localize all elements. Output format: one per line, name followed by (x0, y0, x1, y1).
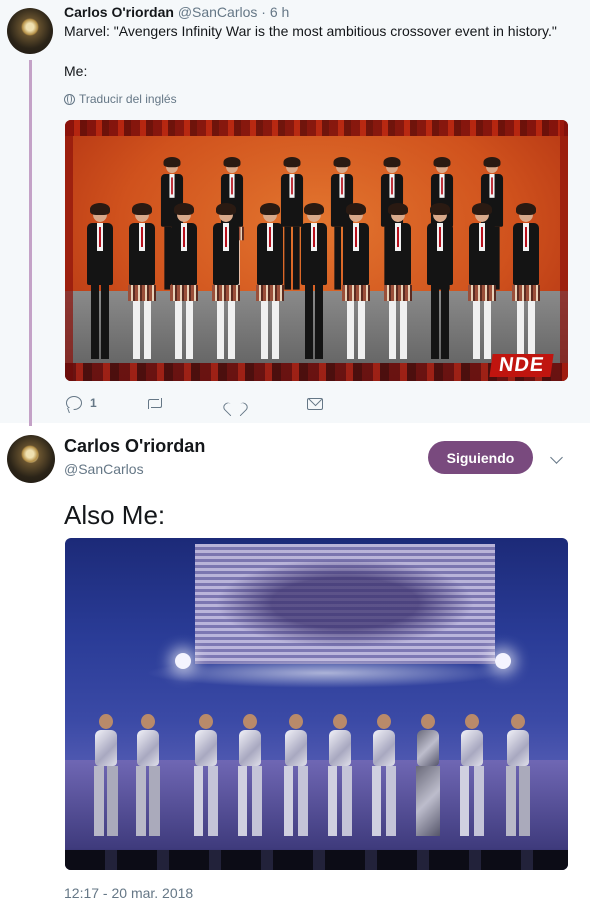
tweet-time[interactable]: 6 h (270, 4, 289, 20)
photo-spotlight (175, 653, 191, 669)
tweet-text: Also Me: (64, 500, 166, 530)
photo-border-left (65, 120, 73, 381)
avatar[interactable] (7, 8, 53, 54)
photo-person (85, 203, 115, 359)
tweet-header: Carlos O'riordan @SanCarlos · 6 h (64, 4, 289, 20)
photo-person (299, 203, 329, 359)
reply-count: 1 (90, 396, 97, 410)
photo-person (341, 203, 371, 359)
photo-border-right (560, 120, 568, 381)
reply-button[interactable]: 1 (66, 396, 97, 410)
photo-dancer (237, 711, 263, 836)
tweet-photo-group[interactable]: NDE (65, 120, 568, 381)
photo-screen-shadow (215, 558, 475, 648)
direct-message-button[interactable] (307, 398, 323, 410)
reply-icon (66, 396, 82, 410)
photo-person (511, 203, 541, 359)
separator-dot: · (261, 4, 266, 20)
translate-label: Traducir del inglés (79, 92, 177, 106)
author-name[interactable]: Carlos O'riordan (64, 4, 174, 20)
avatar[interactable] (7, 435, 55, 483)
tweet-text-line-1: Marvel: "Avengers Infinity War is the mo… (64, 23, 557, 39)
mail-icon (307, 398, 323, 410)
photo-person (211, 203, 241, 359)
photo-dancer (193, 711, 219, 836)
thread-connector-line (29, 60, 32, 426)
photo-dancer (459, 711, 485, 836)
author-name[interactable]: Carlos O'riordan (64, 436, 205, 457)
author-handle[interactable]: @SanCarlos (178, 4, 258, 20)
photo-person (255, 203, 285, 359)
globe-icon (64, 93, 75, 105)
following-button[interactable]: Siguiendo (428, 441, 533, 474)
tweet-photo-stage[interactable] (65, 538, 568, 870)
photo-person (169, 203, 199, 359)
reply-context-tweet[interactable]: Carlos O'riordan @SanCarlos · 6 h Marvel… (0, 0, 590, 426)
photo-person (127, 203, 157, 359)
tweet-timestamp[interactable]: 12:17 - 20 mar. 2018 (64, 885, 193, 901)
photo-spotlight (495, 653, 511, 669)
photo-person (383, 203, 413, 359)
author-handle[interactable]: @SanCarlos (64, 461, 144, 477)
chevron-down-icon[interactable] (550, 451, 563, 464)
retweet-icon (146, 397, 164, 409)
photo-dancer (415, 711, 441, 836)
photo-dancer (135, 711, 161, 836)
photo-border-top (65, 120, 568, 136)
photo-person (467, 203, 497, 359)
photo-stage-edge (65, 850, 568, 870)
heart-icon (227, 397, 243, 411)
photo-dancer (371, 711, 397, 836)
photo-person (425, 203, 455, 359)
photo-dancer (283, 711, 309, 836)
photo-logo-fragment: NDE (489, 354, 554, 377)
tweet-text-line-2: Me: (64, 63, 88, 79)
photo-dancer (327, 711, 353, 836)
translate-link[interactable]: Traducir del inglés (64, 92, 177, 106)
photo-dancer (93, 711, 119, 836)
photo-dancer (505, 711, 531, 836)
like-button[interactable] (227, 397, 251, 411)
photo-stage-glow (145, 658, 505, 688)
retweet-button[interactable] (146, 397, 172, 409)
